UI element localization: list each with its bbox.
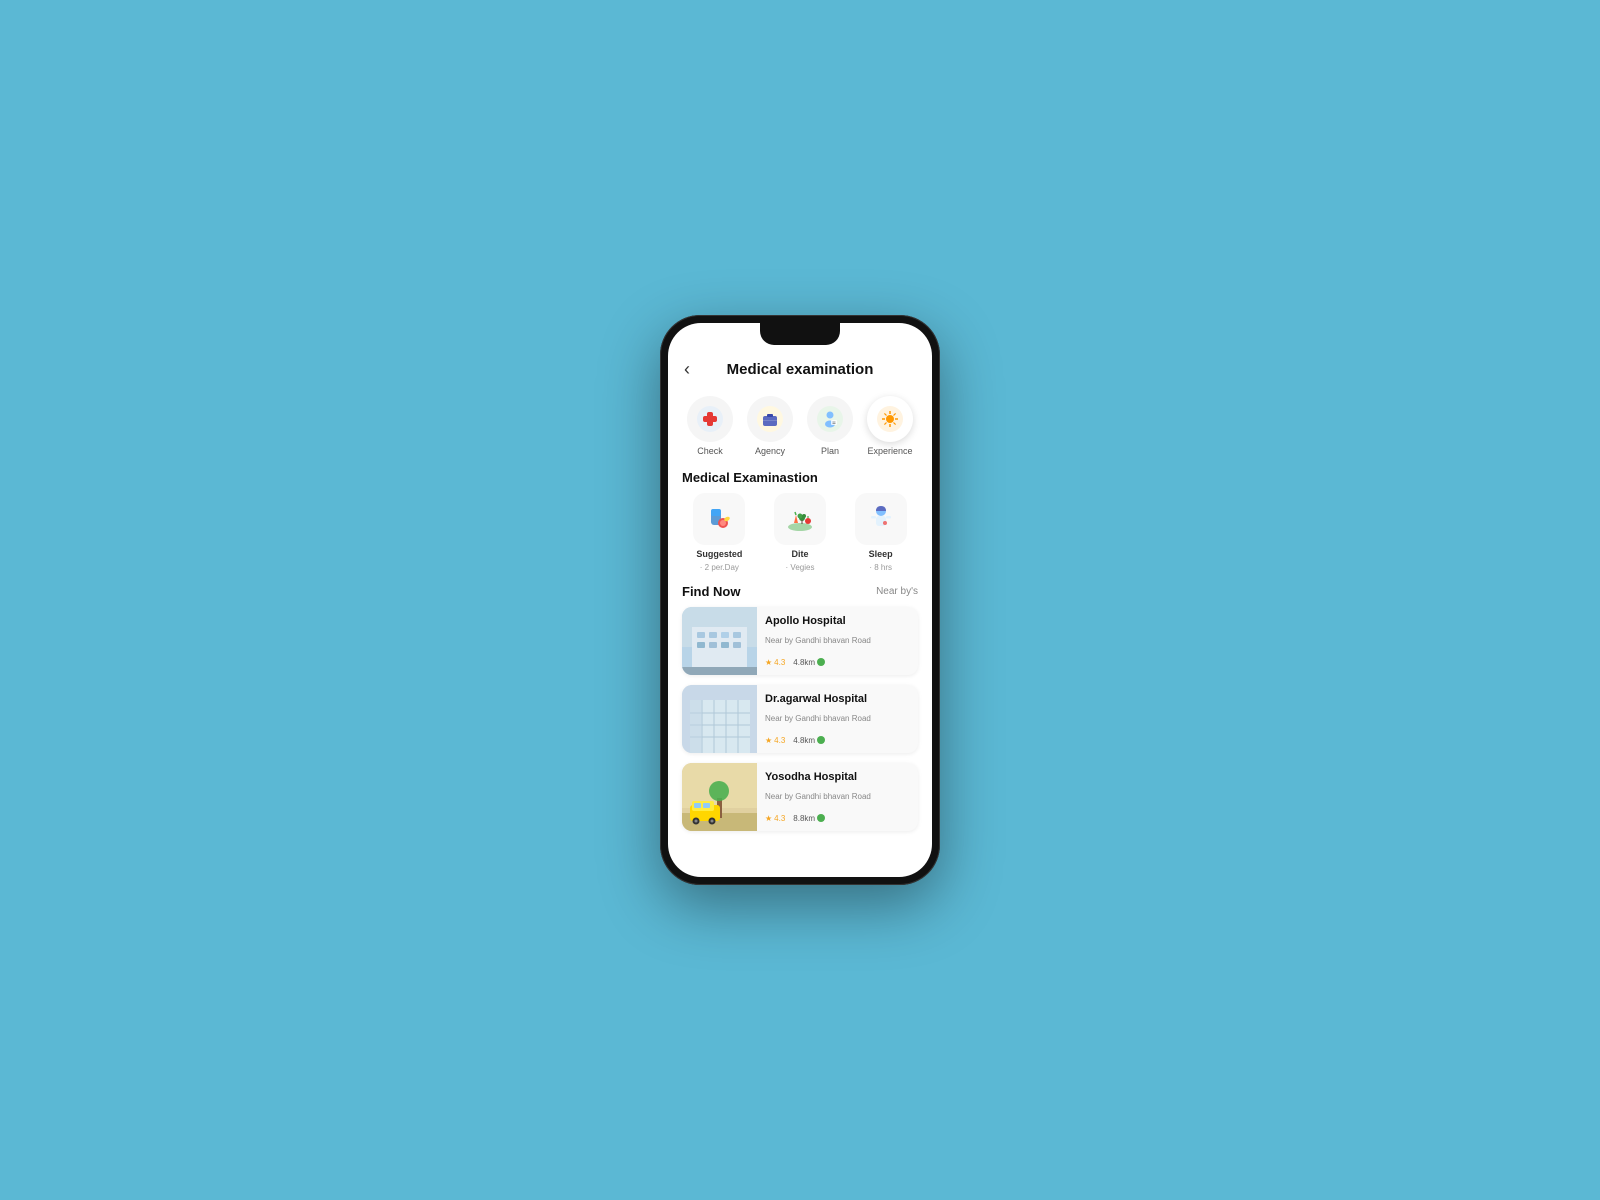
hospital-card-agarwal[interactable]: Dr.agarwal Hospital Near by Gandhi bhava… [682, 685, 918, 753]
apollo-distance: 4.8km [793, 658, 825, 667]
apollo-address: Near by Gandhi bhavan Road [765, 636, 910, 646]
plan-icon [817, 406, 843, 432]
phone-screen: ‹ Medical examination Check [668, 323, 932, 877]
apollo-rating: ★ 4.3 [765, 658, 785, 667]
apollo-rating-value: 4.3 [774, 658, 785, 667]
star-icon-3: ★ [765, 814, 772, 823]
experience-label: Experience [867, 446, 912, 456]
category-agency[interactable]: Agency [742, 396, 798, 456]
agarwal-name: Dr.agarwal Hospital [765, 693, 910, 705]
apollo-building-svg [682, 607, 757, 675]
agency-icon [757, 406, 783, 432]
apollo-info: Apollo Hospital Near by Gandhi bhavan Ro… [757, 607, 918, 675]
medical-section-title: Medical Examinastion [668, 460, 932, 493]
hospital-card-yosodha[interactable]: Yosodha Hospital Near by Gandhi bhavan R… [682, 763, 918, 831]
screen-content: ‹ Medical examination Check [668, 323, 932, 877]
dite-name: Dite [792, 549, 809, 559]
check-label: Check [697, 446, 723, 456]
hospital-card-apollo[interactable]: Apollo Hospital Near by Gandhi bhavan Ro… [682, 607, 918, 675]
phone-notch [760, 323, 840, 345]
plan-label: Plan [821, 446, 839, 456]
yosodha-distance: 8.8km [793, 814, 825, 823]
dite-sub: · Vegies [786, 563, 815, 572]
dite-icon-box [774, 493, 826, 545]
agarwal-info: Dr.agarwal Hospital Near by Gandhi bhava… [757, 685, 918, 753]
page-title: Medical examination [727, 361, 874, 378]
category-experience[interactable]: Experience [862, 396, 918, 456]
categories-row: Check Agency [668, 388, 932, 460]
suggested-icon [701, 501, 737, 537]
check-icon [697, 406, 723, 432]
yosodha-address: Near by Gandhi bhavan Road [765, 792, 910, 802]
agarwal-distance: 4.8km [793, 736, 825, 745]
phone-frame: ‹ Medical examination Check [660, 315, 940, 885]
experience-icon [877, 406, 903, 432]
medical-item-dite[interactable]: Dite · Vegies [763, 493, 838, 572]
plan-icon-circle [807, 396, 853, 442]
yosodha-rating: ★ 4.3 [765, 814, 785, 823]
category-plan[interactable]: Plan [802, 396, 858, 456]
experience-icon-circle [867, 396, 913, 442]
yosodha-image [682, 763, 757, 831]
agency-icon-circle [747, 396, 793, 442]
apollo-distance-dot [817, 658, 825, 666]
suggested-name: Suggested [696, 549, 742, 559]
category-check[interactable]: Check [682, 396, 738, 456]
medical-items-row: Suggested · 2 per.Day [668, 493, 932, 580]
star-icon: ★ [765, 658, 772, 667]
yosodha-distance-dot [817, 814, 825, 822]
apollo-meta: ★ 4.3 4.8km [765, 658, 910, 667]
apollo-image [682, 607, 757, 675]
suggested-icon-box [693, 493, 745, 545]
yosodha-info: Yosodha Hospital Near by Gandhi bhavan R… [757, 763, 918, 831]
agarwal-building-svg [682, 685, 757, 753]
find-now-title: Find Now [682, 584, 741, 599]
yosodha-rating-value: 4.3 [774, 814, 785, 823]
sleep-sub: · 8 hrs [869, 563, 892, 572]
near-bys-link[interactable]: Near by's [876, 586, 918, 597]
suggested-sub: · 2 per.Day [700, 563, 739, 572]
yosodha-meta: ★ 4.3 8.8km [765, 814, 910, 823]
agarwal-image [682, 685, 757, 753]
find-now-header: Find Now Near by's [668, 580, 932, 607]
apollo-name: Apollo Hospital [765, 615, 910, 627]
sleep-icon [863, 501, 899, 537]
yosodha-building-svg [682, 763, 757, 831]
agarwal-rating-value: 4.3 [774, 736, 785, 745]
agarwal-meta: ★ 4.3 4.8km [765, 736, 910, 745]
star-icon-2: ★ [765, 736, 772, 745]
medical-item-suggested[interactable]: Suggested · 2 per.Day [682, 493, 757, 572]
agarwal-address: Near by Gandhi bhavan Road [765, 714, 910, 724]
header: ‹ Medical examination [668, 353, 932, 388]
medical-item-sleep[interactable]: Sleep · 8 hrs [843, 493, 918, 572]
check-icon-circle [687, 396, 733, 442]
yosodha-name: Yosodha Hospital [765, 771, 910, 783]
dite-icon [782, 501, 818, 537]
agency-label: Agency [755, 446, 785, 456]
agarwal-rating: ★ 4.3 [765, 736, 785, 745]
sleep-icon-box [855, 493, 907, 545]
back-button[interactable]: ‹ [684, 359, 690, 380]
sleep-name: Sleep [869, 549, 893, 559]
agarwal-distance-dot [817, 736, 825, 744]
